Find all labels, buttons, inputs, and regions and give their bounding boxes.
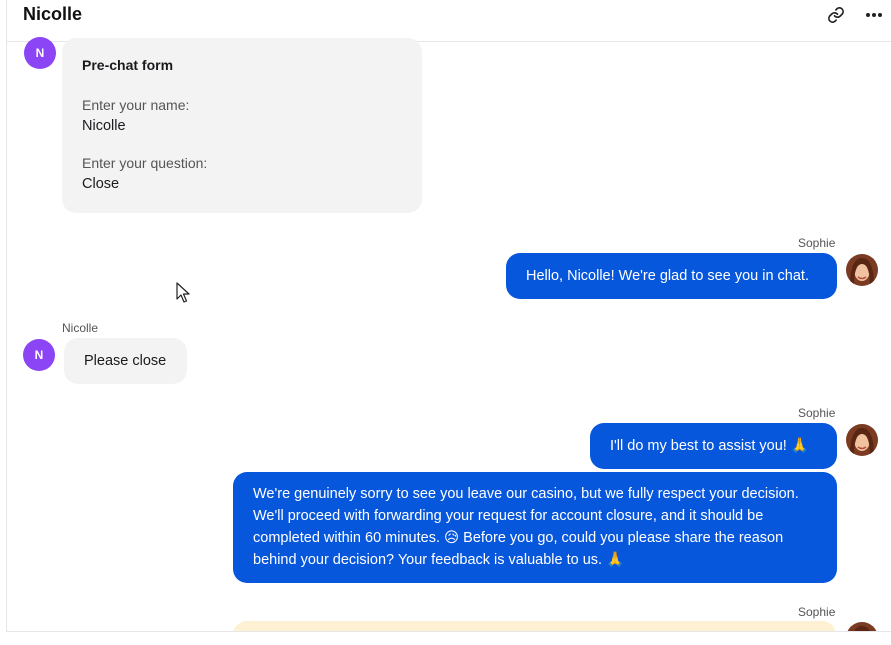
- message-text: I'll do my best to assist you! 🙏: [610, 438, 809, 454]
- name-value: Nicolle: [82, 118, 126, 134]
- sender-name: Sophie: [798, 605, 836, 619]
- left-divider: [6, 0, 7, 645]
- message-text: Please close: [84, 353, 167, 369]
- agent-message: Hello, Nicolle! We're glad to see you in…: [506, 253, 837, 299]
- message-text: Hello, Nicolle! We're glad to see you in…: [526, 268, 809, 284]
- visitor-message: Please close: [64, 338, 187, 384]
- sender-name: Nicolle: [62, 321, 99, 335]
- composer-area: [0, 632, 891, 645]
- agent-photo-avatar: [846, 424, 878, 456]
- link-icon[interactable]: [825, 4, 847, 26]
- agent-photo-avatar: [846, 254, 878, 286]
- sender-name: Sophie: [798, 406, 836, 420]
- sender-name: Sophie: [798, 236, 836, 250]
- chat-header: Nicolle: [7, 0, 891, 42]
- name-label: Enter your name:: [82, 97, 190, 113]
- more-horizontal-icon[interactable]: [863, 4, 885, 26]
- visitor-avatar: N: [23, 339, 55, 371]
- question-label: Enter your question:: [82, 155, 208, 171]
- message-text: We're genuinely sorry to see you leave o…: [253, 486, 799, 568]
- composer-divider: [7, 631, 891, 632]
- prechat-form-title: Pre-chat form: [82, 57, 174, 73]
- question-value: Close: [82, 176, 120, 192]
- visitor-avatar: N: [24, 37, 56, 69]
- chat-title: Nicolle: [23, 4, 83, 24]
- agent-message: We're genuinely sorry to see you leave o…: [233, 472, 837, 583]
- mouse-cursor-icon: [176, 282, 190, 304]
- prechat-form-card: Pre-chat form Enter your name: Nicolle E…: [62, 38, 422, 213]
- agent-message: I'll do my best to assist you! 🙏: [590, 423, 837, 469]
